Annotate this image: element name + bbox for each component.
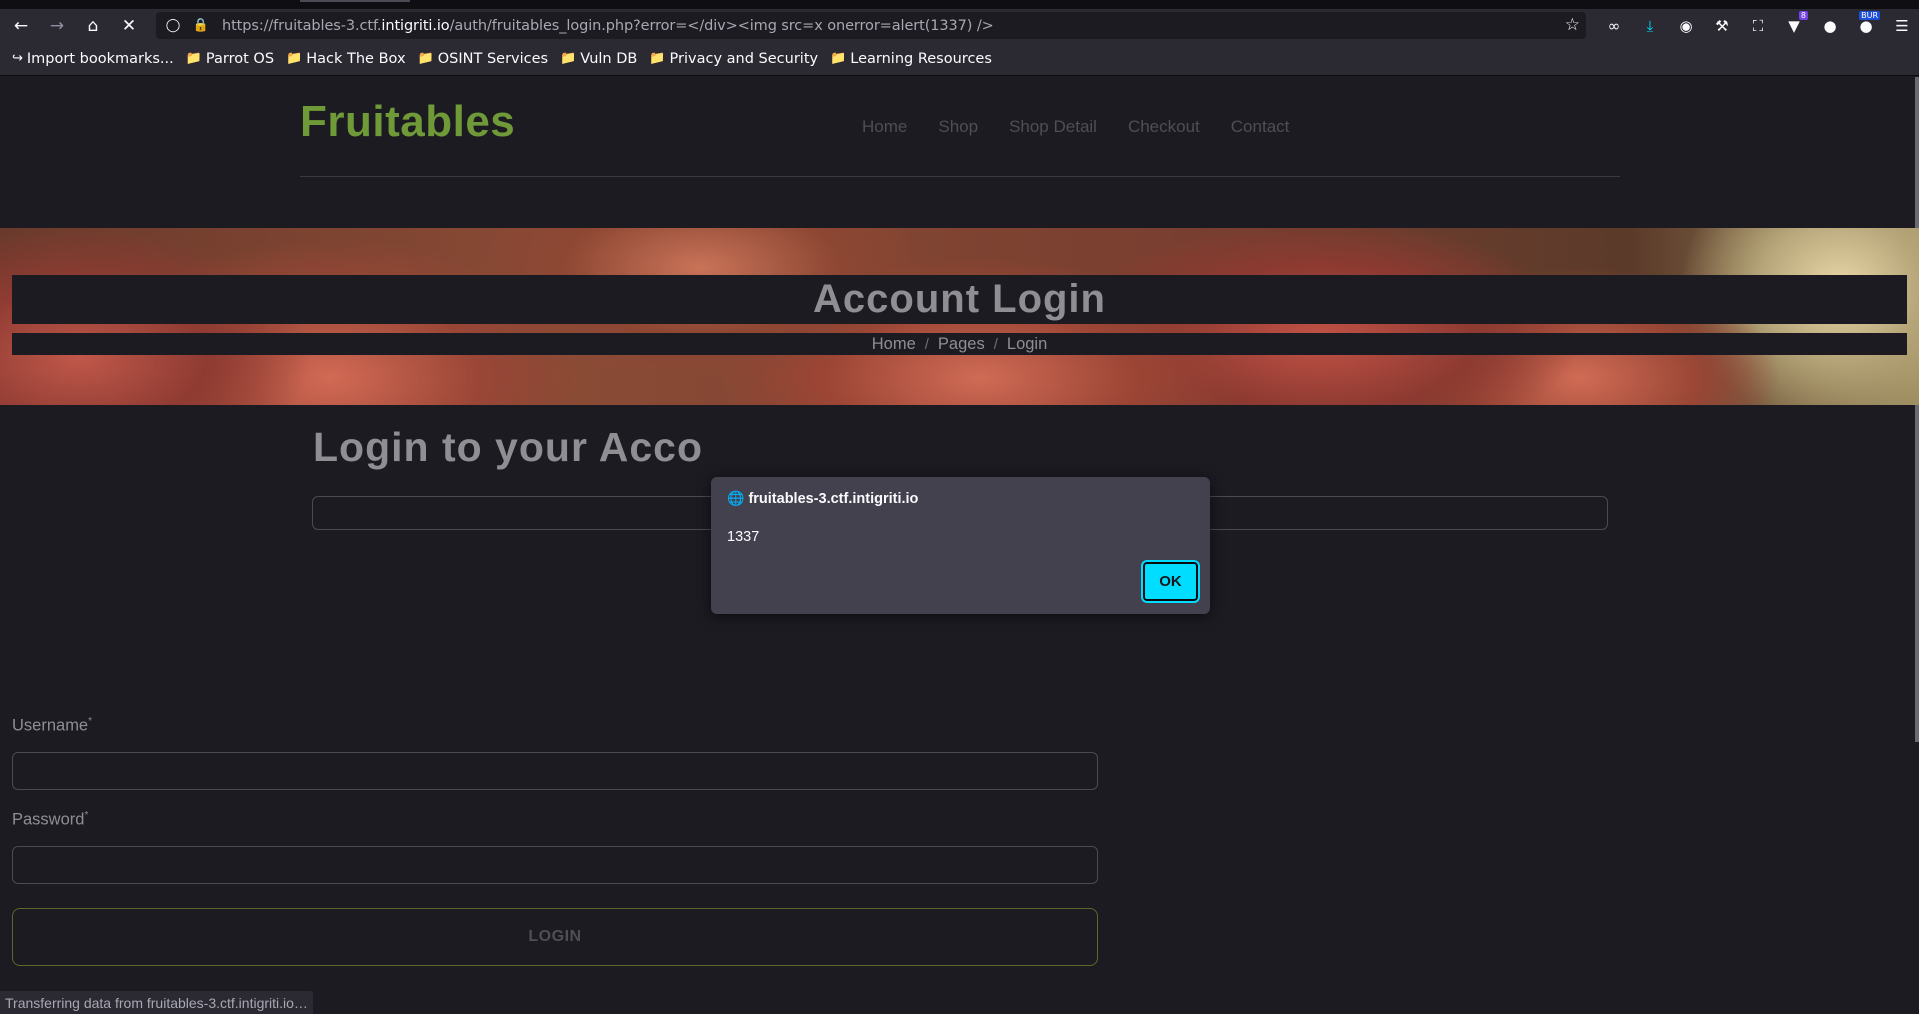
url-host: intigriti.io (381, 17, 450, 34)
alert-dialog: 🌐 fruitables-3.ctf.intigriti.io 1337 OK (711, 477, 1210, 614)
header-divider (300, 176, 1620, 177)
tab-strip (0, 0, 1919, 9)
url-prefix: https://fruitables-3.ctf. (222, 17, 382, 34)
bookmark-label: OSINT Services (437, 50, 549, 67)
bookmark-label: Vuln DB (580, 50, 638, 67)
globe-icon: 🌐 (727, 491, 745, 507)
page-scrollbar[interactable] (1915, 77, 1919, 742)
folder-icon: 📁 (286, 51, 303, 66)
folder-icon: 📁 (560, 51, 577, 66)
bookmarks-toolbar: ↪ Import bookmarks... 📁 Parrot OS 📁 Hack Th… (0, 42, 1919, 76)
password-label: Password* (12, 810, 88, 830)
stop-icon[interactable]: ✕ (114, 11, 144, 41)
ublock-icon[interactable]: ▼ 8 (1776, 9, 1812, 42)
bookmark-label: Hack The Box (306, 50, 406, 67)
site-nav: Home Shop Shop Detail Checkout Contact (862, 117, 1320, 137)
hero-title-band: Account Login (12, 275, 1907, 324)
bookmark-label: Learning Resources (850, 50, 992, 67)
shield-icon[interactable]: ◯ (162, 15, 184, 37)
download-icon[interactable]: ⤓ (1632, 9, 1668, 42)
password-label-text: Password (12, 810, 85, 829)
breadcrumb-separator: / (993, 335, 998, 353)
ok-button[interactable]: OK (1141, 560, 1200, 603)
breadcrumb-separator: / (924, 335, 929, 353)
home-icon[interactable]: ⌂ (78, 11, 108, 41)
nav-contact[interactable]: Contact (1231, 117, 1290, 137)
dialog-message: 1337 (727, 529, 760, 545)
import-icon: ↪ (12, 51, 23, 66)
back-icon[interactable]: ← (6, 11, 36, 41)
status-bar: Transferring data from fruitables-3.ctf.… (0, 991, 313, 1014)
page-title: Account Login (813, 277, 1106, 321)
site-logo[interactable]: Fruitables (300, 97, 515, 147)
login-heading: Login to your Acco (313, 424, 704, 470)
navigation-toolbar: ← → ⌂ ✕ ◯ 🔒 https://fruitables-3.ctf.int… (0, 9, 1919, 42)
forward-icon[interactable]: → (42, 11, 72, 41)
dialog-header: 🌐 fruitables-3.ctf.intigriti.io (727, 491, 918, 507)
username-input[interactable] (12, 752, 1098, 790)
star-icon[interactable]: ☆ (1565, 15, 1580, 35)
ext-badge-count: 8 (1798, 11, 1808, 20)
account-icon[interactable]: ◉ (1668, 9, 1704, 42)
bookmark-parrot-os[interactable]: 📁 Parrot OS (186, 51, 274, 67)
bookmark-vuln-db[interactable]: 📁 Vuln DB (560, 51, 637, 67)
bookmark-label: Import bookmarks... (26, 50, 174, 67)
username-label: Username* (12, 716, 92, 736)
bookmark-osint-services[interactable]: 📁 OSINT Services (418, 51, 549, 67)
ext-badge-burp: BUR (1859, 11, 1880, 20)
url-text[interactable]: https://fruitables-3.ctf.intigriti.io/au… (222, 18, 994, 34)
spy-icon[interactable]: ● (1812, 9, 1848, 42)
lock-icon[interactable]: 🔒 (190, 15, 212, 37)
login-button[interactable]: LOGIN (12, 908, 1098, 966)
wrench-icon[interactable]: ⚒ (1704, 9, 1740, 42)
bookmark-hack-the-box[interactable]: 📁 Hack The Box (286, 51, 406, 67)
bookmark-label: Parrot OS (205, 50, 275, 67)
breadcrumb: Home / Pages / Login (12, 333, 1907, 355)
dialog-origin: fruitables-3.ctf.intigriti.io (748, 491, 919, 507)
password-input[interactable] (12, 846, 1098, 884)
puzzle-icon[interactable]: ⛶ (1740, 9, 1776, 42)
extensions-toolbar: ∞ ⤓ ◉ ⚒ ⛶ ▼ 8 ● ● BUR ☰ (1596, 9, 1919, 42)
username-label-text: Username (12, 716, 89, 735)
bookmark-import[interactable]: ↪ Import bookmarks... (12, 51, 174, 67)
active-tab-indicator (300, 0, 410, 2)
folder-icon: 📁 (185, 51, 202, 66)
menu-icon[interactable]: ☰ (1884, 9, 1919, 42)
required-mark: * (84, 810, 89, 821)
infinity-icon[interactable]: ∞ (1596, 9, 1632, 42)
url-path: /auth/fruitables_login.php?error=</div><… (449, 17, 994, 34)
burp-icon[interactable]: ● BUR (1848, 9, 1884, 42)
folder-icon: 📁 (649, 51, 666, 66)
nav-checkout[interactable]: Checkout (1128, 117, 1200, 137)
required-mark: * (88, 716, 93, 727)
bookmark-label: Privacy and Security (669, 50, 819, 67)
nav-home[interactable]: Home (862, 117, 907, 137)
bookmark-learning-resources[interactable]: 📁 Learning Resources (830, 51, 992, 67)
folder-icon: 📁 (830, 51, 847, 66)
nav-shop[interactable]: Shop (938, 117, 978, 137)
breadcrumb-pages[interactable]: Pages (938, 335, 985, 354)
breadcrumb-home[interactable]: Home (872, 335, 916, 354)
breadcrumb-login: Login (1006, 334, 1048, 353)
url-bar[interactable]: ◯ 🔒 https://fruitables-3.ctf.intigriti.i… (156, 12, 1586, 39)
hero-banner: Account Login Home / Pages / Login (0, 228, 1919, 405)
folder-icon: 📁 (417, 51, 434, 66)
bookmark-privacy-security[interactable]: 📁 Privacy and Security (649, 51, 818, 67)
nav-shop-detail[interactable]: Shop Detail (1009, 117, 1097, 137)
